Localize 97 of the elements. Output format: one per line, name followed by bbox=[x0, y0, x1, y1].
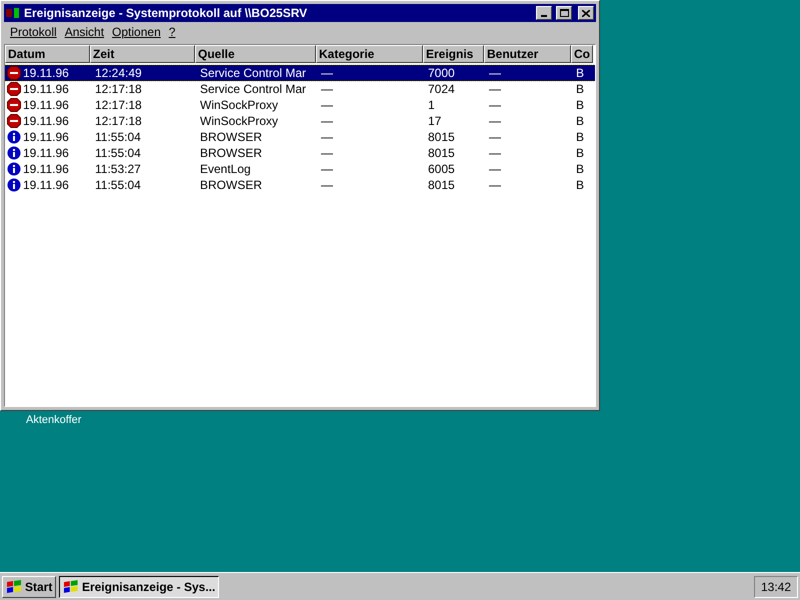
table-cell-text: 11:55:04 bbox=[95, 129, 141, 146]
maximize-icon bbox=[560, 9, 568, 17]
column-header[interactable]: Datum bbox=[5, 45, 90, 63]
table-cell-text: B bbox=[576, 177, 584, 194]
table-cell-text: 11:55:04 bbox=[95, 177, 141, 194]
table-cell-text: 19.11.96 bbox=[23, 161, 69, 178]
table-cell-text: 12:24:49 bbox=[95, 65, 142, 82]
table-cell-text: — bbox=[489, 81, 501, 98]
info-icon bbox=[7, 130, 21, 144]
stop-icon bbox=[7, 98, 21, 112]
table-row[interactable]: 19.11.96 11:55:04 BROWSER — 8015 — B bbox=[5, 177, 595, 193]
table-cell-text: 7000 bbox=[428, 65, 455, 82]
table-cell-text: B bbox=[576, 129, 584, 146]
table-cell-text: 12:17:18 bbox=[95, 81, 142, 98]
menu-item[interactable]: Ansicht bbox=[60, 23, 108, 41]
table-cell-text: — bbox=[489, 145, 501, 162]
windows-logo-icon bbox=[6, 580, 22, 594]
window-title: Ereignisanzeige - Systemprotokoll auf \\BO25SRV bbox=[24, 5, 308, 22]
table-cell-text: — bbox=[321, 113, 333, 130]
info-icon bbox=[7, 162, 21, 176]
table-cell-text: 19.11.96 bbox=[23, 81, 69, 98]
table-cell-text: 19.11.96 bbox=[23, 177, 69, 194]
info-icon bbox=[7, 178, 21, 192]
table-cell-text: BROWSER bbox=[200, 129, 262, 146]
menu-item[interactable]: Protokoll bbox=[6, 23, 61, 41]
stop-icon bbox=[7, 66, 21, 80]
table-row[interactable]: 19.11.96 11:55:04 BROWSER — 8015 — B bbox=[5, 145, 595, 161]
table-row[interactable]: 19.11.96 12:24:49 Service Control Mar — 7000 — B bbox=[5, 65, 595, 81]
stop-icon bbox=[7, 114, 21, 128]
menu-item[interactable]: ? bbox=[164, 23, 180, 41]
table-cell-text: 11:53:27 bbox=[95, 161, 141, 178]
table-cell-text: 12:17:18 bbox=[95, 113, 142, 130]
minimize-button[interactable] bbox=[536, 6, 552, 20]
column-header[interactable]: Ereignis bbox=[423, 45, 484, 63]
table-cell-text: WinSockProxy bbox=[200, 97, 278, 114]
info-icon bbox=[7, 146, 21, 160]
table-cell-text: — bbox=[321, 161, 333, 178]
table-cell-text: B bbox=[576, 113, 584, 130]
table-cell-text: EventLog bbox=[200, 161, 251, 178]
table-cell-text: 6005 bbox=[428, 161, 455, 178]
table-cell-text: 19.11.96 bbox=[23, 129, 69, 146]
table-cell-text: — bbox=[489, 65, 501, 82]
table-row[interactable]: 19.11.96 11:55:04 BROWSER — 8015 — B bbox=[5, 129, 595, 145]
maximize-button[interactable] bbox=[556, 6, 572, 20]
table-cell-text: — bbox=[489, 113, 501, 130]
column-header[interactable]: Kategorie bbox=[316, 45, 423, 63]
stop-icon bbox=[7, 82, 21, 96]
table-row[interactable]: 19.11.96 12:17:18 WinSockProxy — 17 — B bbox=[5, 113, 595, 129]
table-cell-text: — bbox=[489, 177, 501, 194]
table-cell-text: B bbox=[576, 145, 584, 162]
table-cell-text: 1 bbox=[428, 97, 435, 114]
table-cell-text: Service Control Mar bbox=[200, 65, 306, 82]
table-cell-text: 8015 bbox=[428, 129, 455, 146]
column-header[interactable]: Zeit bbox=[90, 45, 195, 63]
table-cell-text: WinSockProxy bbox=[200, 113, 278, 130]
table-cell-text: 7024 bbox=[428, 81, 455, 98]
table-cell-text: — bbox=[321, 65, 333, 82]
desktop-icon-label[interactable]: Aktenkoffer bbox=[26, 412, 82, 428]
table-cell-text: B bbox=[576, 97, 584, 114]
app-icon bbox=[6, 7, 20, 19]
table-cell-text: 19.11.96 bbox=[23, 65, 69, 82]
table-cell-text: 17 bbox=[428, 113, 442, 130]
column-header[interactable]: Co bbox=[571, 45, 593, 63]
table-cell-text: Service Control Mar bbox=[200, 81, 306, 98]
table-cell-text: B bbox=[576, 161, 584, 178]
table-cell-text: — bbox=[489, 97, 501, 114]
table-row[interactable]: 19.11.96 12:17:18 Service Control Mar — 7024 — B bbox=[5, 81, 595, 97]
close-button[interactable] bbox=[578, 6, 594, 20]
table-cell-text: — bbox=[321, 177, 333, 194]
table-cell-text: — bbox=[321, 129, 333, 146]
table-cell-text: 8015 bbox=[428, 177, 455, 194]
clock: 13:42 bbox=[754, 576, 798, 598]
column-header[interactable]: Benutzer bbox=[484, 45, 571, 63]
column-header[interactable]: Quelle bbox=[195, 45, 316, 63]
table-cell-text: 12:17:18 bbox=[95, 97, 142, 114]
table-cell-text: 11:55:04 bbox=[95, 145, 141, 162]
minimize-icon bbox=[541, 15, 547, 17]
close-icon bbox=[582, 10, 590, 16]
table-cell-text: BROWSER bbox=[200, 145, 262, 162]
table-cell-text: — bbox=[321, 97, 333, 114]
table-cell-text: BROWSER bbox=[200, 177, 262, 194]
taskbar-button[interactable]: Ereignisanzeige - Sys... bbox=[59, 576, 220, 598]
menu-item[interactable]: Optionen bbox=[108, 23, 165, 41]
table-cell-text: B bbox=[576, 81, 584, 98]
table-cell-text: 19.11.96 bbox=[23, 145, 69, 162]
table-row[interactable]: 19.11.96 11:53:27 EventLog — 6005 — B bbox=[5, 161, 595, 177]
table-cell-text: — bbox=[489, 161, 501, 178]
table-cell-text: — bbox=[321, 145, 333, 162]
table-cell-text: 19.11.96 bbox=[23, 97, 69, 114]
table-cell-text: 8015 bbox=[428, 145, 455, 162]
table-cell-text: B bbox=[576, 65, 584, 82]
start-button[interactable]: Start bbox=[2, 576, 56, 598]
table-cell-text: — bbox=[321, 81, 333, 98]
table-row[interactable]: 19.11.96 12:17:18 WinSockProxy — 1 — B bbox=[5, 97, 595, 113]
table-cell-text: — bbox=[489, 129, 501, 146]
table-cell-text: 19.11.96 bbox=[23, 113, 69, 130]
windows-logo-icon bbox=[63, 580, 79, 594]
